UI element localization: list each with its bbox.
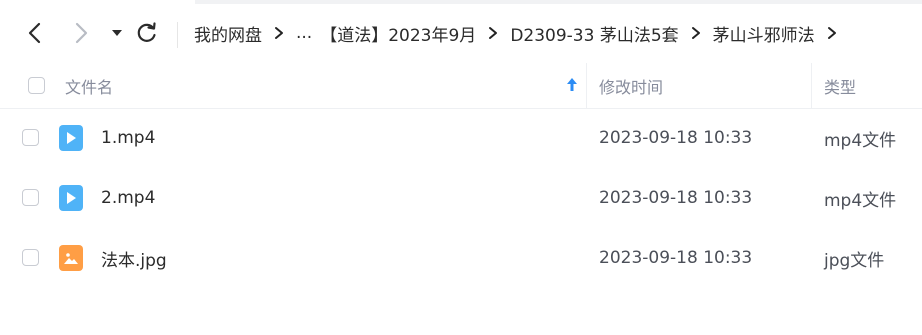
- file-type: jpg文件: [824, 250, 885, 271]
- image-file-icon: [59, 245, 83, 271]
- toolbar-divider: [177, 22, 178, 48]
- breadcrumb-separator-icon: [274, 26, 284, 40]
- breadcrumb-separator-icon: [691, 26, 701, 40]
- file-list-header: 文件名 修改时间 类型: [0, 63, 922, 109]
- row-checkbox[interactable]: [22, 189, 39, 206]
- file-type: mp4文件: [824, 130, 897, 151]
- row-checkbox[interactable]: [22, 249, 39, 266]
- file-row[interactable]: 2.mp4 2023-09-18 10:33 mp4文件: [0, 168, 922, 228]
- chevron-left-icon: [28, 22, 41, 44]
- video-file-icon: [59, 185, 83, 211]
- breadcrumb-separator-icon: [827, 26, 837, 40]
- history-dropdown-button[interactable]: [104, 20, 130, 46]
- file-row[interactable]: 法本.jpg 2023-09-18 10:33 jpg文件: [0, 228, 922, 288]
- breadcrumb-item-root[interactable]: 我的网盘: [194, 21, 262, 46]
- column-header-modified[interactable]: 修改时间: [599, 63, 663, 108]
- column-divider[interactable]: [586, 63, 587, 108]
- breadcrumb-item-folder-1[interactable]: 【道法】2023年9月: [320, 21, 476, 46]
- breadcrumb-item-current[interactable]: 茅山斗邪师法: [713, 21, 815, 46]
- forward-button[interactable]: [69, 20, 95, 46]
- sort-ascending-icon[interactable]: [566, 77, 578, 93]
- caret-down-icon: [112, 30, 122, 36]
- video-file-icon: [59, 125, 83, 151]
- breadcrumb-separator-icon: [488, 26, 498, 40]
- file-type: mp4文件: [824, 190, 897, 211]
- row-checkbox[interactable]: [22, 129, 39, 146]
- refresh-icon: [137, 22, 156, 42]
- breadcrumb: 我的网盘 ... 【道法】2023年9月 D2309-33 茅山法5套 茅山斗邪…: [194, 18, 849, 48]
- file-name[interactable]: 1.mp4: [101, 108, 155, 168]
- file-modified-time: 2023-09-18 10:33: [599, 128, 753, 148]
- chevron-right-icon: [75, 22, 88, 44]
- column-header-type[interactable]: 类型: [824, 63, 856, 108]
- refresh-button[interactable]: [134, 20, 160, 46]
- column-divider[interactable]: [811, 63, 812, 108]
- file-name[interactable]: 2.mp4: [101, 168, 155, 228]
- select-all-checkbox[interactable]: [28, 77, 45, 94]
- file-modified-time: 2023-09-18 10:33: [599, 248, 753, 268]
- breadcrumb-ellipsis[interactable]: ...: [296, 23, 312, 43]
- file-name[interactable]: 法本.jpg: [101, 228, 167, 288]
- toolbar: 我的网盘 ... 【道法】2023年9月 D2309-33 茅山法5套 茅山斗邪…: [0, 4, 922, 62]
- back-button[interactable]: [21, 20, 47, 46]
- breadcrumb-item-folder-2[interactable]: D2309-33 茅山法5套: [510, 21, 678, 46]
- column-header-name[interactable]: 文件名: [65, 63, 113, 108]
- file-row[interactable]: 1.mp4 2023-09-18 10:33 mp4文件: [0, 108, 922, 168]
- file-modified-time: 2023-09-18 10:33: [599, 188, 753, 208]
